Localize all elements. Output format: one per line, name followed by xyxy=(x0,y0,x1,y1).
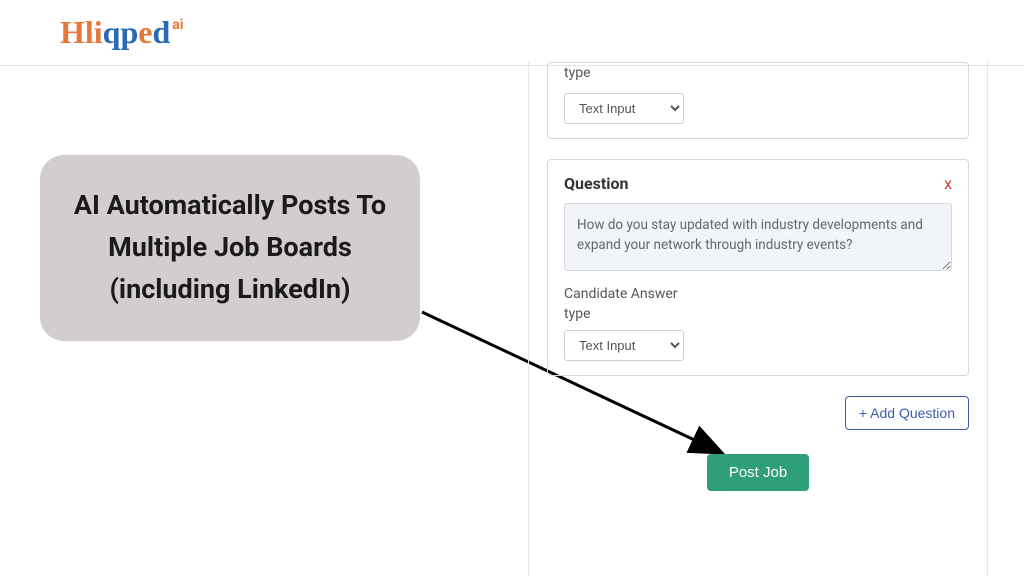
question-textarea[interactable] xyxy=(564,203,952,271)
answer-type-section: Candidate Answer type Text Input xyxy=(564,285,952,361)
add-question-button[interactable]: + Add Question xyxy=(845,396,969,430)
header: Hliqped ai xyxy=(0,0,1024,66)
answer-type-label: type xyxy=(564,305,952,325)
answer-type-select[interactable]: Text Input xyxy=(564,330,684,361)
callout-text: AI Automatically Posts To Multiple Job B… xyxy=(64,185,396,311)
candidate-answer-label: Candidate Answer xyxy=(564,285,952,305)
question-title: Question xyxy=(564,174,629,193)
answer-type-label: type xyxy=(564,65,952,81)
question-card: Question x Candidate Answer type Text In… xyxy=(547,159,969,376)
logo[interactable]: Hliqped ai xyxy=(60,14,183,51)
post-job-row: Post Job xyxy=(547,454,969,491)
remove-question-button[interactable]: x xyxy=(944,174,952,193)
job-form-panel: type Text Input Question x Candidate Ans… xyxy=(528,62,988,576)
post-job-button[interactable]: Post Job xyxy=(707,454,809,491)
question-header: Question x xyxy=(564,174,952,193)
add-question-row: + Add Question xyxy=(547,396,969,430)
logo-superscript: ai xyxy=(172,17,183,33)
answer-type-select[interactable]: Text Input xyxy=(564,93,684,124)
question-card-partial: type Text Input xyxy=(547,62,969,139)
feature-callout: AI Automatically Posts To Multiple Job B… xyxy=(40,155,420,341)
logo-text: Hliqped xyxy=(60,14,170,51)
